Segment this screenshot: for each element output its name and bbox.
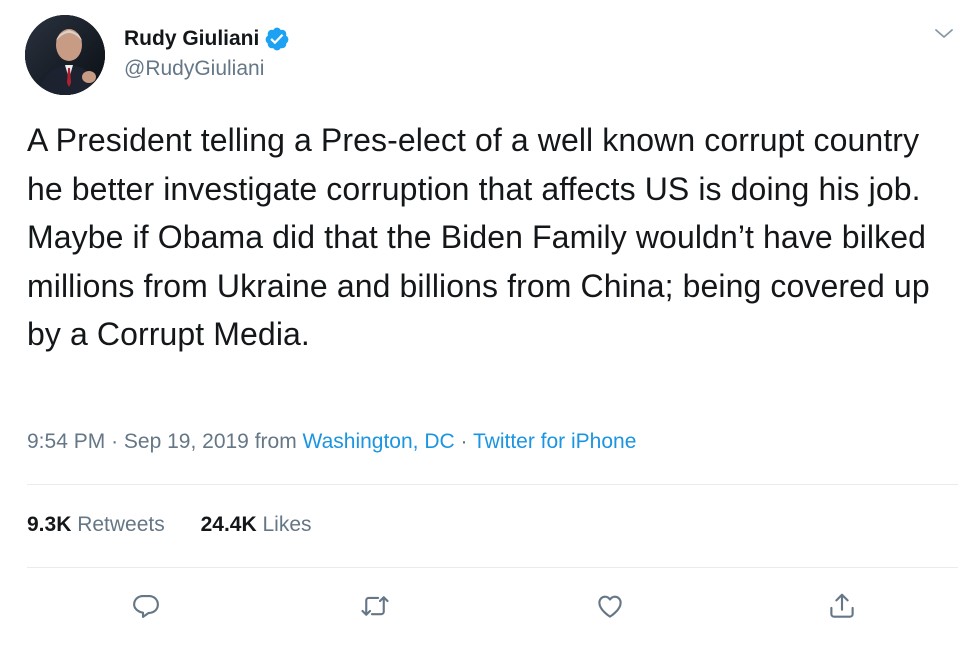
tweet-stats: 9.3K Retweets 24.4K Likes	[27, 513, 312, 537]
avatar[interactable]	[25, 15, 105, 95]
reply-icon	[133, 594, 159, 618]
likes-count: 24.4K	[200, 513, 257, 536]
meta-separator-2: ·	[460, 430, 468, 453]
heart-icon	[598, 595, 622, 618]
tweet-meta: 9:54 PM · Sep 19, 2019 from Washington, …	[27, 430, 636, 454]
retweet-icon	[361, 596, 389, 616]
tweet-date[interactable]: Sep 19, 2019	[124, 430, 249, 453]
avatar-photo	[25, 15, 105, 95]
from-label: from	[254, 430, 297, 453]
source-link[interactable]: Twitter for iPhone	[473, 430, 636, 453]
reply-button[interactable]	[128, 588, 164, 624]
retweets-stat[interactable]: 9.3K Retweets	[27, 513, 165, 537]
divider-top	[27, 484, 958, 485]
chevron-down-icon[interactable]	[932, 22, 956, 46]
meta-separator: ·	[111, 430, 119, 453]
author-display-name[interactable]: Rudy Giuliani	[124, 27, 259, 51]
share-icon	[830, 593, 854, 618]
retweet-button[interactable]	[357, 588, 393, 624]
divider-bottom	[27, 567, 958, 568]
retweets-label: Retweets	[77, 513, 165, 536]
tweet-card: Rudy Giuliani @RudyGiuliani A President …	[0, 0, 980, 645]
tweet-text: A President telling a Pres-elect of a we…	[27, 122, 930, 352]
likes-stat[interactable]: 24.4K Likes	[201, 513, 312, 537]
share-button[interactable]	[824, 588, 860, 624]
tweet-time[interactable]: 9:54 PM	[27, 430, 105, 453]
verified-badge-icon	[264, 26, 290, 52]
retweets-count: 9.3K	[27, 513, 72, 536]
author-name-row: Rudy Giuliani	[124, 24, 290, 54]
likes-label: Likes	[262, 513, 312, 536]
action-bar	[0, 588, 980, 628]
author-handle[interactable]: @RudyGiuliani	[124, 57, 264, 81]
like-button[interactable]	[592, 588, 628, 624]
location-link[interactable]: Washington, DC	[303, 430, 455, 453]
